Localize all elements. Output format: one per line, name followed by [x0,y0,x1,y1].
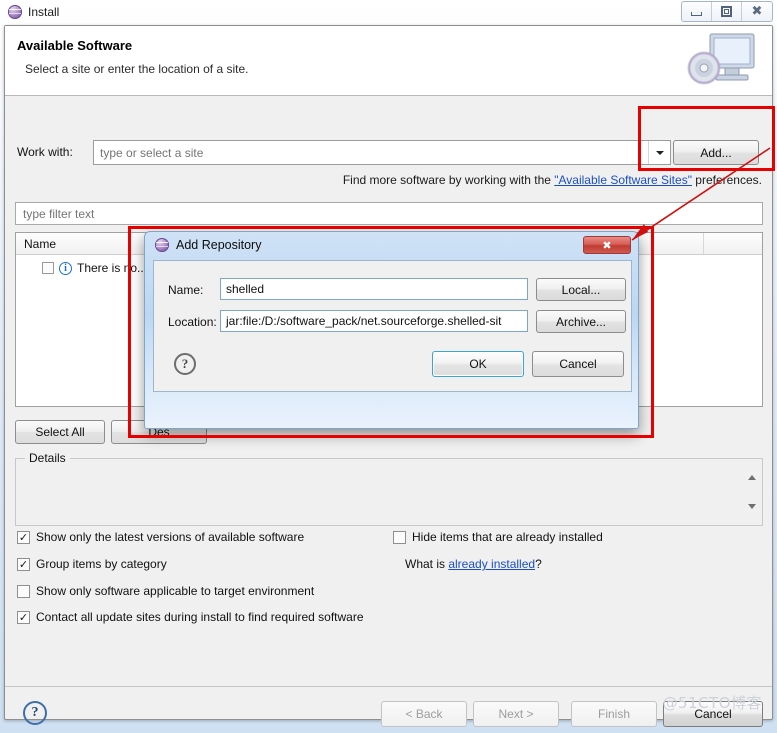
maximize-icon [721,6,732,17]
spinner-up-icon[interactable] [747,475,756,480]
option-latest-versions[interactable]: Show only the latest versions of availab… [17,530,304,544]
option-label: Show only software applicable to target … [36,584,315,598]
next-button[interactable]: Next > [473,701,559,727]
what-is-prefix: What is [405,557,449,571]
option-group-by-category[interactable]: Group items by category [17,557,167,571]
row-checkbox[interactable] [42,262,54,274]
ok-button[interactable]: OK [432,351,524,377]
checkbox-target-environment[interactable] [17,584,30,598]
details-group [15,458,763,526]
select-all-button[interactable]: Select All [15,420,105,444]
repo-dialog-title: Add Repository [176,238,262,252]
details-legend: Details [25,451,70,465]
page-title: Available Software [17,38,133,53]
window-title: Install [28,5,60,19]
option-hide-installed[interactable]: Hide items that are already installed [393,530,603,544]
close-button[interactable]: ✖ [742,2,772,21]
details-scrollbar[interactable] [745,475,758,509]
back-button[interactable]: < Back [381,701,467,727]
row-label: There is no... [77,261,148,275]
filter-box[interactable] [15,202,763,225]
option-label: Show only the latest versions of availab… [36,530,305,544]
chevron-down-icon[interactable] [648,141,670,164]
name-field[interactable]: shelled [220,278,528,300]
finish-button[interactable]: Finish [571,701,657,727]
available-sites-hint: Find more software by working with the "… [343,173,762,187]
available-software-sites-link[interactable]: "Available Software Sites" [554,173,692,187]
work-with-input[interactable] [94,144,648,161]
name-label: Name: [168,283,204,297]
repo-close-button[interactable]: ✖ [583,236,631,254]
repo-dialog-body: Name: shelled Local... Location: jar:fil… [153,260,632,392]
repo-dialog-titlebar: Add Repository ✖ [145,232,638,258]
option-target-environment[interactable]: Show only software applicable to target … [17,584,314,598]
question-mark-icon[interactable]: ? [174,353,196,375]
close-icon: ✖ [602,238,612,252]
repo-cancel-button[interactable]: Cancel [532,351,624,377]
wizard-header: Available Software Select a site or ente… [5,26,772,96]
question-mark-icon[interactable]: ? [23,701,47,725]
option-contact-update-sites[interactable]: Contact all update sites during install … [17,610,364,624]
minimize-button[interactable] [682,2,712,21]
hint-suffix: preferences. [691,173,762,187]
minimize-icon [691,12,702,16]
work-with-combo[interactable] [93,140,671,165]
location-label: Location: [168,315,217,329]
window-titlebar: Install ✖ [0,0,777,24]
option-label: Contact all update sites during install … [36,610,364,624]
local-button[interactable]: Local... [536,278,626,301]
option-label: Group items by category [36,557,167,571]
column-header-extra[interactable] [704,233,762,254]
hint-prefix: Find more software by working with the [342,173,555,187]
window-controls: ✖ [681,1,773,22]
footer-separator [5,686,772,687]
info-icon: i [59,261,72,275]
checkbox-contact-update-sites[interactable] [17,610,30,624]
work-with-label: Work with: [17,145,73,159]
eclipse-ball-icon [8,5,22,19]
checkbox-latest-versions[interactable] [17,530,30,544]
filter-input[interactable] [21,205,762,222]
what-is-already-installed: What is already installed? [405,557,542,571]
eclipse-ball-icon [155,238,169,252]
option-label: Hide items that are already installed [412,530,603,544]
page-subtitle: Select a site or enter the location of a… [25,62,249,76]
watermark: @51CTO博客 [662,694,762,712]
monitor-cd-icon [687,33,755,85]
checkbox-hide-installed[interactable] [393,530,406,544]
archive-button[interactable]: Archive... [536,310,626,333]
checkbox-group-by-category[interactable] [17,557,30,571]
close-icon: ✖ [751,4,763,19]
titlebar-left-group: Install [0,5,59,19]
maximize-button[interactable] [712,2,742,21]
spinner-down-icon[interactable] [747,504,756,509]
install-window: Install ✖ Available Software Select a si… [0,0,777,733]
what-is-suffix: ? [535,557,542,571]
add-repository-dialog: Add Repository ✖ Name: shelled Local... … [144,231,639,429]
add-button[interactable]: Add... [673,140,759,165]
location-field[interactable]: jar:file:/D:/software_pack/net.sourcefor… [220,310,528,332]
already-installed-link[interactable]: already installed [448,557,535,571]
